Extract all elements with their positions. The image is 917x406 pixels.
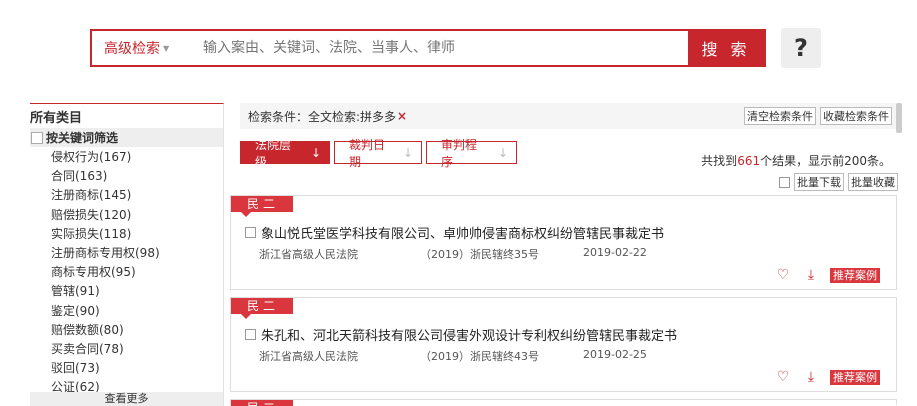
result-number: 661 <box>737 154 761 168</box>
result-suffix: 个结果，显示前200条。 <box>760 154 891 168</box>
download-icon[interactable]: ⤓ <box>802 267 820 283</box>
sort-label: 裁判日期 <box>349 137 386 169</box>
batch-actions: 批量下载 批量收藏 <box>779 173 898 191</box>
case-meta: 浙江省高级人民法院 （2019）浙民辖终43号 2019-02-25 <box>259 348 647 364</box>
keyword-list: 侵权行为(167) 合同(163) 注册商标(145) 赔偿损失(120) 实际… <box>30 148 223 397</box>
category-sidebar: 所有类目 按关键词筛选 侵权行为(167) 合同(163) 注册商标(145) … <box>30 103 224 406</box>
case-checkbox[interactable] <box>245 329 256 340</box>
case-court: 浙江省高级人民法院 <box>259 248 358 261</box>
keyword-item[interactable]: 注册商标(145) <box>30 186 223 205</box>
arrow-down-icon: ↓ <box>497 145 508 160</box>
download-icon[interactable]: ⤓ <box>802 369 820 385</box>
result-prefix: 共找到 <box>701 154 738 168</box>
keyword-item[interactable]: 商标专用权(95) <box>30 263 223 282</box>
search-conditions-bar: 检索条件：全文检索:拼多多 × 清空检索条件 收藏检索条件 <box>240 103 896 129</box>
sort-judgment-date[interactable]: 裁判日期 ↓ <box>334 138 422 169</box>
keyword-item[interactable]: 鉴定(90) <box>30 302 223 321</box>
case-title-link[interactable]: 象山悦氏堂医学科技有限公司、卓帅帅侵害商标权纠纷管辖民事裁定书 <box>261 223 664 242</box>
keyword-item[interactable]: 买卖合同(78) <box>30 340 223 359</box>
case-court: 浙江省高级人民法院 <box>259 350 358 363</box>
case-card: 民二 <box>230 399 897 406</box>
keyword-item[interactable]: 注册商标专用权(98) <box>30 244 223 263</box>
batch-collect-button[interactable]: 批量收藏 <box>848 173 898 191</box>
case-actions: ♡ ⤓ 推荐案例 <box>774 267 880 283</box>
keyword-item[interactable]: 管辖(91) <box>30 282 223 301</box>
case-type-tag: 民二 <box>231 400 293 406</box>
arrow-down-icon: ↓ <box>402 145 413 160</box>
clear-conditions-button[interactable]: 清空检索条件 <box>744 107 816 125</box>
case-card: 民二 朱孔和、河北天箭科技有限公司侵害外观设计专利权纠纷管辖民事裁定书 浙江省高… <box>230 297 897 392</box>
case-number: （2019）浙民辖终43号 <box>420 350 539 363</box>
case-title-row: 朱孔和、河北天箭科技有限公司侵害外观设计专利权纠纷管辖民事裁定书 <box>245 325 677 344</box>
search-bar: 高级检索 ▼ 搜 索 <box>90 29 766 67</box>
recommended-badge: 推荐案例 <box>830 369 880 385</box>
sort-bar: 法院层级 ↓ 裁判日期 ↓ 审判程序 ↓ <box>240 138 517 169</box>
keyword-item[interactable]: 赔偿损失(120) <box>30 206 223 225</box>
case-type-tag: 民二 <box>231 196 293 217</box>
batch-download-button[interactable]: 批量下载 <box>794 173 844 191</box>
case-meta: 浙江省高级人民法院 （2019）浙民辖终35号 2019-02-22 <box>259 246 647 262</box>
keyword-item[interactable]: 侵权行为(167) <box>30 148 223 167</box>
remove-condition-icon[interactable]: × <box>397 109 407 123</box>
case-actions: ♡ ⤓ 推荐案例 <box>774 369 880 385</box>
scrollbar-thumb[interactable] <box>896 103 902 133</box>
search-button[interactable]: 搜 索 <box>688 31 764 65</box>
sort-trial-procedure[interactable]: 审判程序 ↓ <box>426 138 517 169</box>
collapse-icon[interactable] <box>31 131 43 144</box>
case-type-tag: 民二 <box>231 298 293 319</box>
case-number: （2019）浙民辖终35号 <box>420 248 539 261</box>
sort-court-level[interactable]: 法院层级 ↓ <box>240 138 330 169</box>
arrow-down-icon: ↓ <box>310 145 321 160</box>
select-all-checkbox[interactable] <box>779 176 790 188</box>
keyword-filter-label: 按关键词筛选 <box>46 131 119 145</box>
help-button[interactable]: ? <box>781 28 821 68</box>
search-condition-text: 检索条件：全文检索:拼多多 <box>248 109 397 124</box>
recommended-badge: 推荐案例 <box>830 267 880 283</box>
save-conditions-button[interactable]: 收藏检索条件 <box>820 107 892 125</box>
keyword-item[interactable]: 驳回(73) <box>30 359 223 378</box>
keyword-filter-group[interactable]: 按关键词筛选 <box>30 128 223 147</box>
chevron-down-icon: ▼ <box>163 43 170 53</box>
case-card: 民二 象山悦氏堂医学科技有限公司、卓帅帅侵害商标权纠纷管辖民事裁定书 浙江省高级… <box>230 195 897 290</box>
heart-icon[interactable]: ♡ <box>774 369 792 385</box>
advanced-search-label: 高级检索 <box>104 41 160 57</box>
case-checkbox[interactable] <box>245 227 256 238</box>
case-date: 2019-02-25 <box>583 348 647 361</box>
search-input[interactable] <box>199 31 688 65</box>
case-title-row: 象山悦氏堂医学科技有限公司、卓帅帅侵害商标权纠纷管辖民事裁定书 <box>245 223 664 242</box>
case-date: 2019-02-22 <box>583 246 647 259</box>
sort-label: 审判程序 <box>441 137 478 169</box>
keyword-item[interactable]: 赔偿数额(80) <box>30 321 223 340</box>
case-title-link[interactable]: 朱孔和、河北天箭科技有限公司侵害外观设计专利权纠纷管辖民事裁定书 <box>261 325 677 344</box>
advanced-search-dropdown[interactable]: 高级检索 ▼ <box>92 31 199 65</box>
keyword-item[interactable]: 合同(163) <box>30 167 223 186</box>
keyword-item[interactable]: 实际损失(118) <box>30 225 223 244</box>
heart-icon[interactable]: ♡ <box>774 267 792 283</box>
sidebar-title: 所有类目 <box>30 111 83 126</box>
view-more-button[interactable]: 查看更多 <box>30 392 223 406</box>
sort-label: 法院层级 <box>255 137 292 169</box>
result-count: 共找到661个结果，显示前200条。 <box>701 152 891 169</box>
